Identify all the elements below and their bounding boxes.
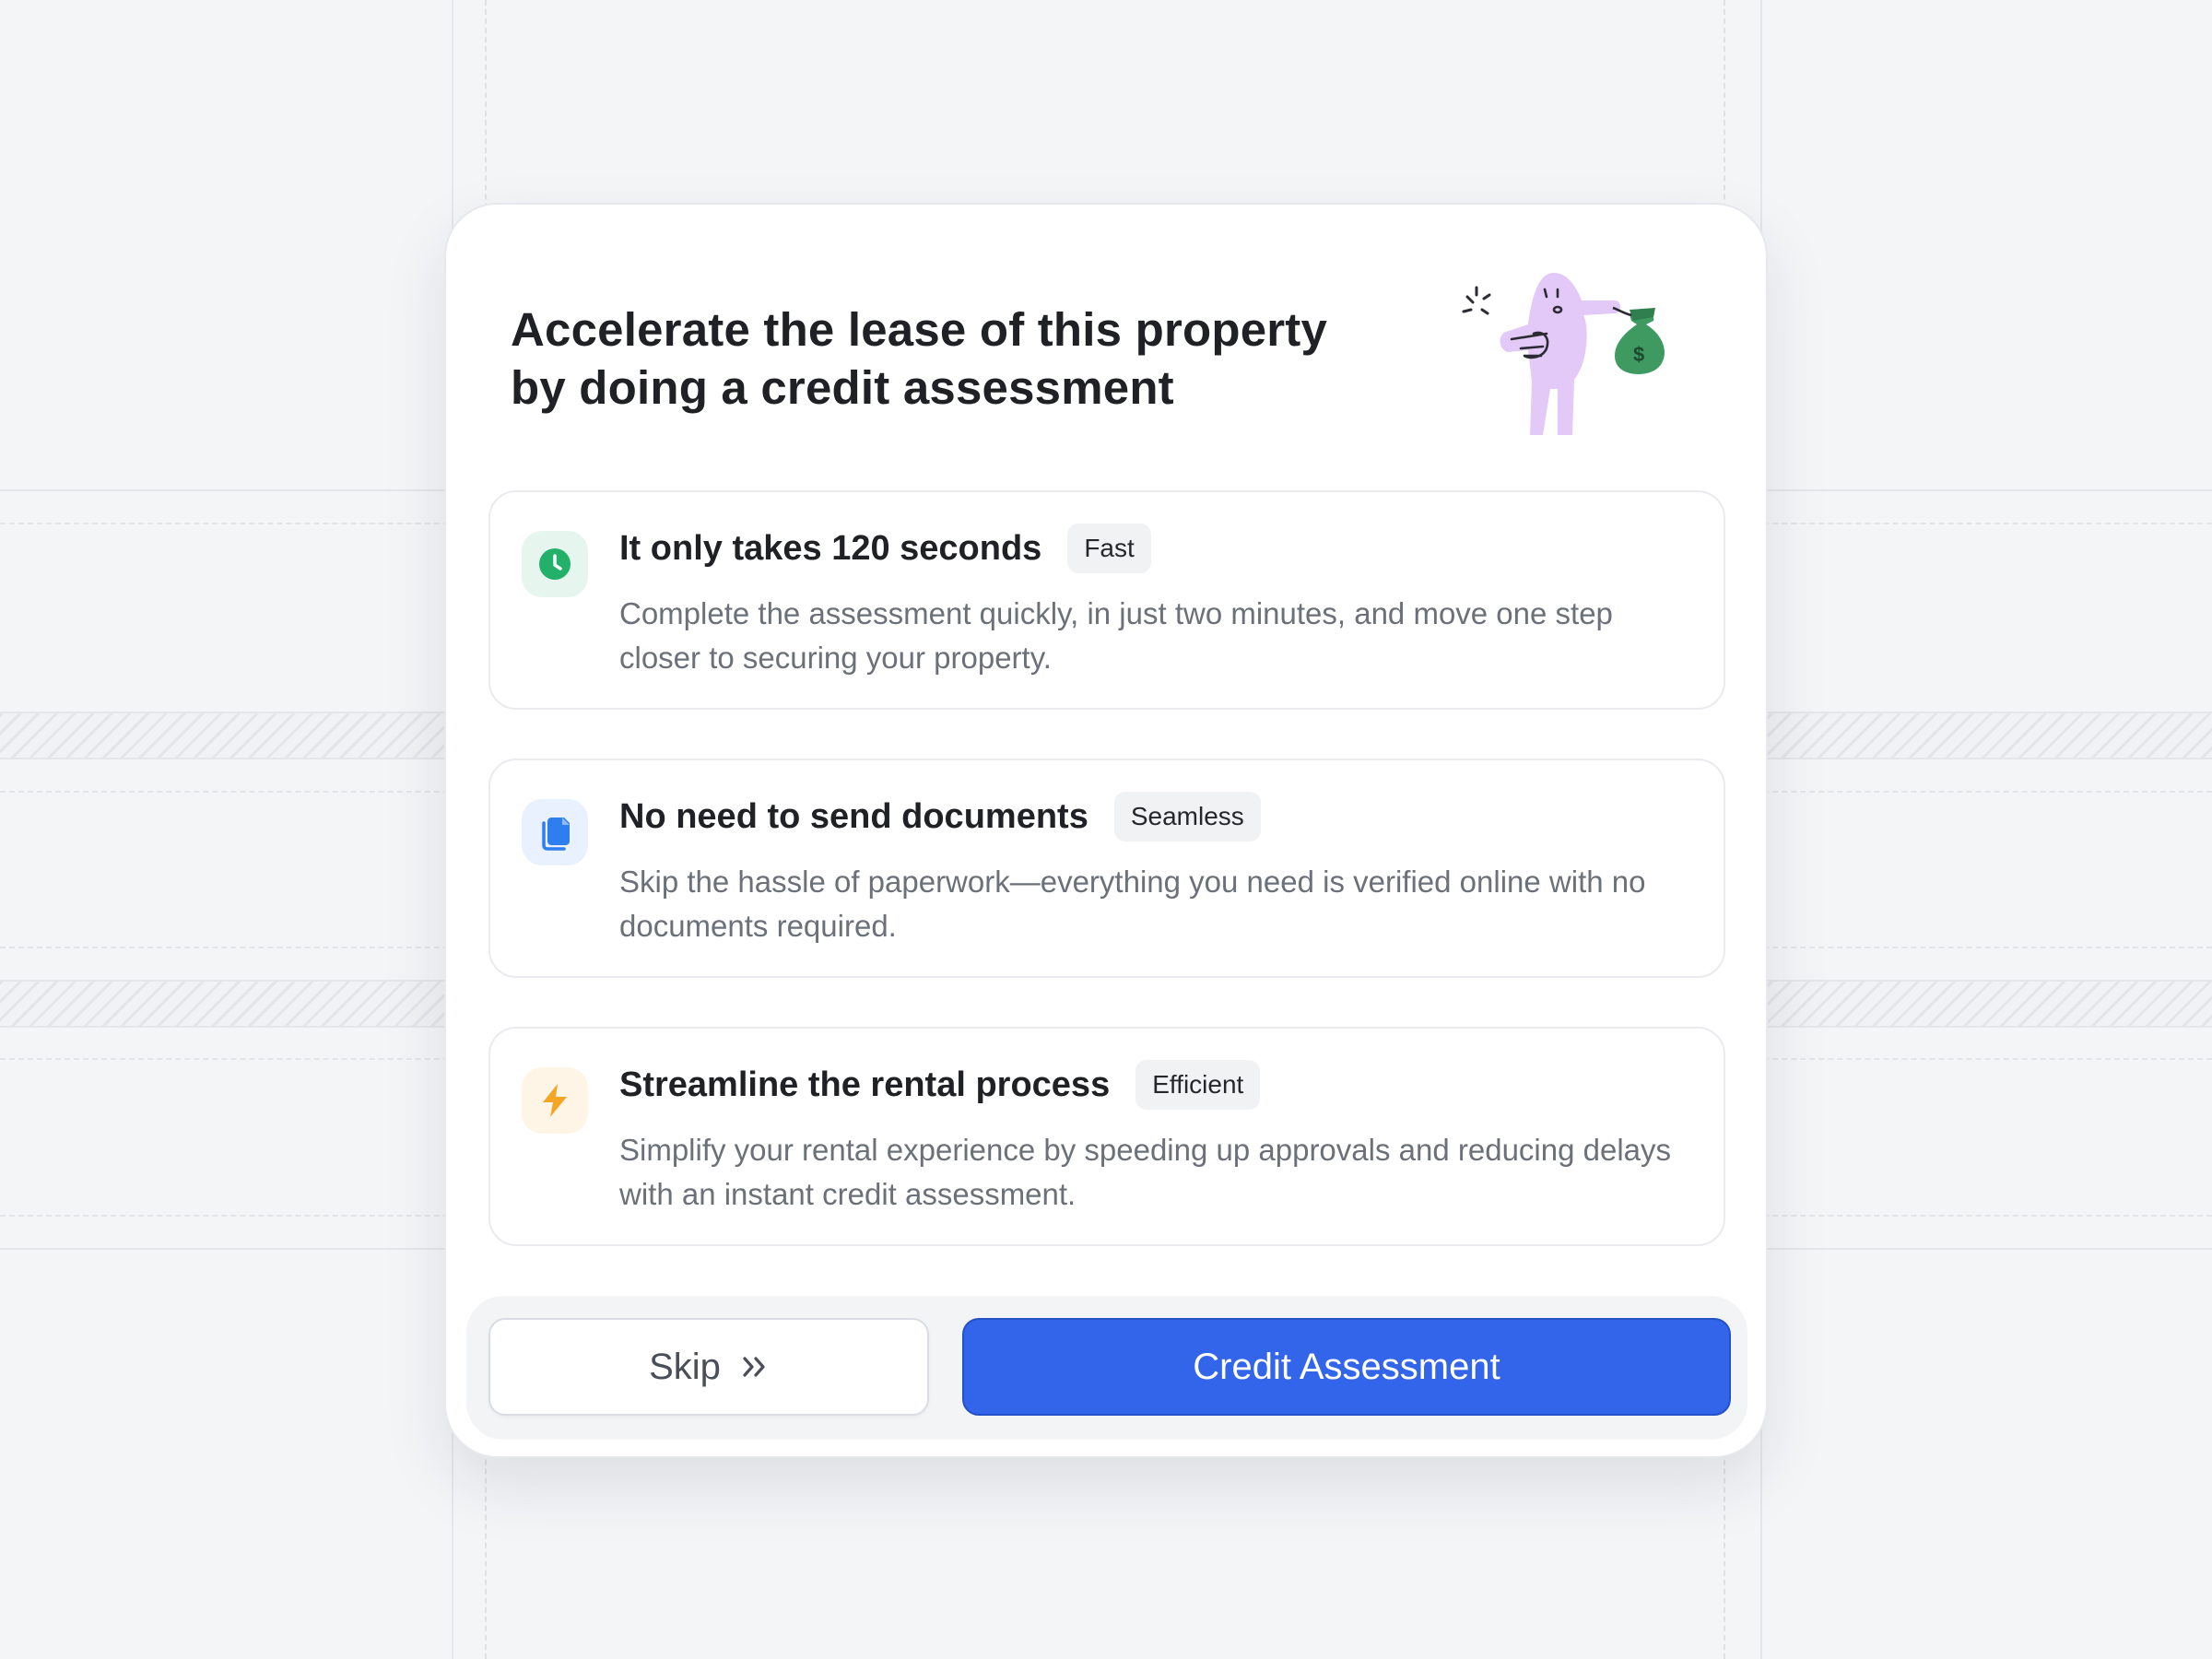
clock-icon (522, 531, 588, 597)
modal-action-bar: Skip Credit Assessment (466, 1296, 1747, 1440)
feature-title: No need to send documents (619, 796, 1088, 836)
feature-description: Skip the hassle of paperwork—everything … (619, 865, 1646, 943)
double-chevron-right-icon (741, 1355, 769, 1379)
feature-card-documents: No need to send documents Seamless Skip … (488, 759, 1725, 978)
modal-headline: Accelerate the lease of this property by… (511, 303, 1328, 414)
feature-description: Simplify your rental experience by speed… (619, 1133, 1672, 1211)
skip-button[interactable]: Skip (488, 1318, 929, 1416)
lightning-icon (522, 1067, 588, 1134)
feature-card-efficiency: Streamline the rental process Efficient … (488, 1027, 1725, 1246)
feature-title: It only takes 120 seconds (619, 528, 1042, 568)
documents-icon (522, 799, 588, 865)
feature-badge: Seamless (1113, 792, 1261, 841)
credit-assessment-modal: Accelerate the lease of this property by… (444, 203, 1768, 1458)
skip-button-label: Skip (649, 1346, 721, 1387)
feature-description: Complete the assessment quickly, in just… (619, 596, 1613, 675)
feature-title: Streamline the rental process (619, 1065, 1111, 1104)
feature-badge: Fast (1067, 524, 1151, 573)
credit-assessment-button[interactable]: Credit Assessment (962, 1318, 1731, 1416)
credit-assessment-button-label: Credit Assessment (1193, 1346, 1500, 1387)
svg-text:$: $ (1633, 343, 1644, 366)
feature-badge: Efficient (1135, 1060, 1261, 1110)
character-money-bag-illustration: $ (1462, 273, 1665, 435)
feature-card-speed: It only takes 120 seconds Fast Complete … (488, 490, 1725, 710)
